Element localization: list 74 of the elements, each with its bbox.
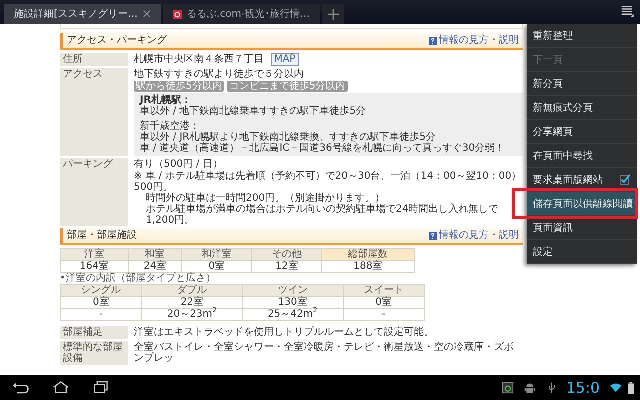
feature-tag: 駅から徒歩5分以内 bbox=[134, 81, 224, 92]
table-cell: 188室 bbox=[322, 260, 414, 272]
table-cell: 24室 bbox=[128, 260, 182, 272]
section-title: 部屋・部屋施設 bbox=[67, 230, 137, 241]
wifi-icon bbox=[610, 382, 622, 394]
table-cell: - bbox=[60, 308, 142, 320]
android-robot-icon bbox=[524, 382, 536, 394]
feature-tag: コンビニまで徒歩5分以内 bbox=[227, 81, 348, 92]
row-label: アクセス bbox=[60, 68, 128, 156]
section-title: アクセス・パーキング bbox=[67, 35, 167, 46]
table-header: スイート bbox=[343, 284, 424, 296]
screenshot-icon bbox=[502, 382, 514, 394]
help-link[interactable]: 情報の見方・説明 bbox=[439, 35, 519, 46]
menu-item[interactable]: 在頁面中尋找 bbox=[527, 144, 637, 168]
menu-item[interactable]: 儲存頁面以供離線閱讀 bbox=[527, 192, 637, 216]
battery-icon bbox=[628, 382, 634, 394]
table-cell: 130室 bbox=[242, 296, 344, 308]
table-header: 和室 bbox=[128, 248, 182, 260]
directions-heading: JR札幌駅： bbox=[140, 95, 192, 106]
table-cell: 25～42m$^{2}$ bbox=[242, 308, 344, 320]
help-link[interactable]: 情報の見方・説明 bbox=[439, 230, 519, 241]
parking-note: 時間外の駐車は一時間200円。（別途掛かります。） bbox=[145, 193, 386, 204]
table-cell: 164室 bbox=[60, 260, 128, 272]
table-cell: 0室 bbox=[182, 260, 252, 272]
menu-item[interactable]: 重新整理 bbox=[527, 24, 637, 48]
row-label: 標準的な部屋設備 bbox=[60, 341, 128, 365]
browser-tab[interactable]: 施設詳細[ススキノグリー… bbox=[4, 4, 161, 24]
new-tab-button[interactable] bbox=[322, 4, 344, 24]
home-icon[interactable] bbox=[52, 381, 70, 394]
table-cell: 20～23m$^{2}$ bbox=[142, 308, 242, 320]
table-header: シングル bbox=[60, 284, 142, 296]
clock-text: 15:0 bbox=[566, 378, 600, 396]
menu-item[interactable]: 新無痕式分頁 bbox=[527, 96, 637, 120]
menu-icon[interactable] bbox=[620, 5, 634, 17]
help-icon bbox=[429, 36, 437, 44]
table-cell: 0室 bbox=[60, 296, 142, 308]
parking-note: ※ 車 / ホテル駐車場は先着順（予約不可）で20～30台、一泊（14：00～翌10：00）500円。 bbox=[134, 171, 523, 193]
table-cell: - bbox=[343, 308, 424, 320]
menu-item[interactable]: 新分頁 bbox=[527, 72, 637, 96]
site-favicon-icon bbox=[172, 10, 182, 18]
directions-text: 車 / 道央道（高速道）－北広島IC－国道36号線を札幌に向って真っすぐ30分弱！ bbox=[140, 143, 506, 154]
row-label: 部屋補足 bbox=[60, 326, 128, 339]
menu-item[interactable]: 頁面資訊 bbox=[527, 216, 637, 240]
parking-note: ホテル駐車場が満車の場合はホテル向いの契約駐車場で24時間出し入れ無しで1,200円。 bbox=[145, 204, 500, 226]
menu-item[interactable]: 設定 bbox=[527, 240, 637, 264]
row-label: パーキング bbox=[60, 158, 128, 226]
table-header: 洋室 bbox=[60, 248, 128, 260]
fact-text: 洋室はエキストラベッドを使用しトリプルルームとして設定可能。 bbox=[134, 327, 434, 338]
access-text: 地下鉄すすきの駅より徒歩で５分以内 bbox=[134, 69, 305, 80]
help-icon bbox=[429, 232, 437, 240]
menu-item[interactable]: 分享網頁 bbox=[527, 120, 637, 144]
map-link[interactable]: MAP bbox=[271, 53, 299, 66]
back-icon[interactable] bbox=[12, 381, 30, 394]
parking-text: 有り（500円 / 日） bbox=[134, 159, 224, 170]
table-header: ダブル bbox=[142, 284, 242, 296]
close-icon[interactable] bbox=[142, 10, 151, 18]
table-cell: 12室 bbox=[252, 260, 322, 272]
plus-icon bbox=[328, 8, 339, 20]
checked-checkbox-icon[interactable] bbox=[620, 174, 631, 185]
recent-apps-icon[interactable] bbox=[92, 381, 110, 394]
directions-heading: 新千歳空港： bbox=[140, 121, 200, 132]
table-header: ツイン bbox=[242, 284, 344, 296]
table-cell: 0室 bbox=[343, 296, 424, 308]
directions-text: 車以外 / 地下鉄南北線乗車すすきの駅下車徒歩5分 bbox=[140, 106, 368, 117]
directions-text: 車以外 / JR札幌駅より地下鉄南北線乗換、すすきの駅下車徒歩5分 bbox=[140, 132, 437, 143]
table-cell: 22室 bbox=[142, 296, 242, 308]
row-label: 住所 bbox=[60, 53, 128, 66]
table-header: その他 bbox=[252, 248, 322, 260]
browser-tab[interactable]: るるぶ.com-観光･旅行情… bbox=[162, 4, 320, 24]
fact-text: 全室バストイレ・全室シャワー・全室冷暖房・テレビ・衛星放送・空の冷蔵庫・ズボンプレッ bbox=[134, 342, 514, 364]
table-header: 総部屋数 bbox=[322, 248, 414, 260]
table-caption: •洋室の内訳（部屋タイプと広さ） bbox=[60, 273, 217, 284]
address-text: 札幌市中央区南４条西７丁目 bbox=[134, 54, 264, 65]
table-header: 和洋室 bbox=[182, 248, 252, 260]
